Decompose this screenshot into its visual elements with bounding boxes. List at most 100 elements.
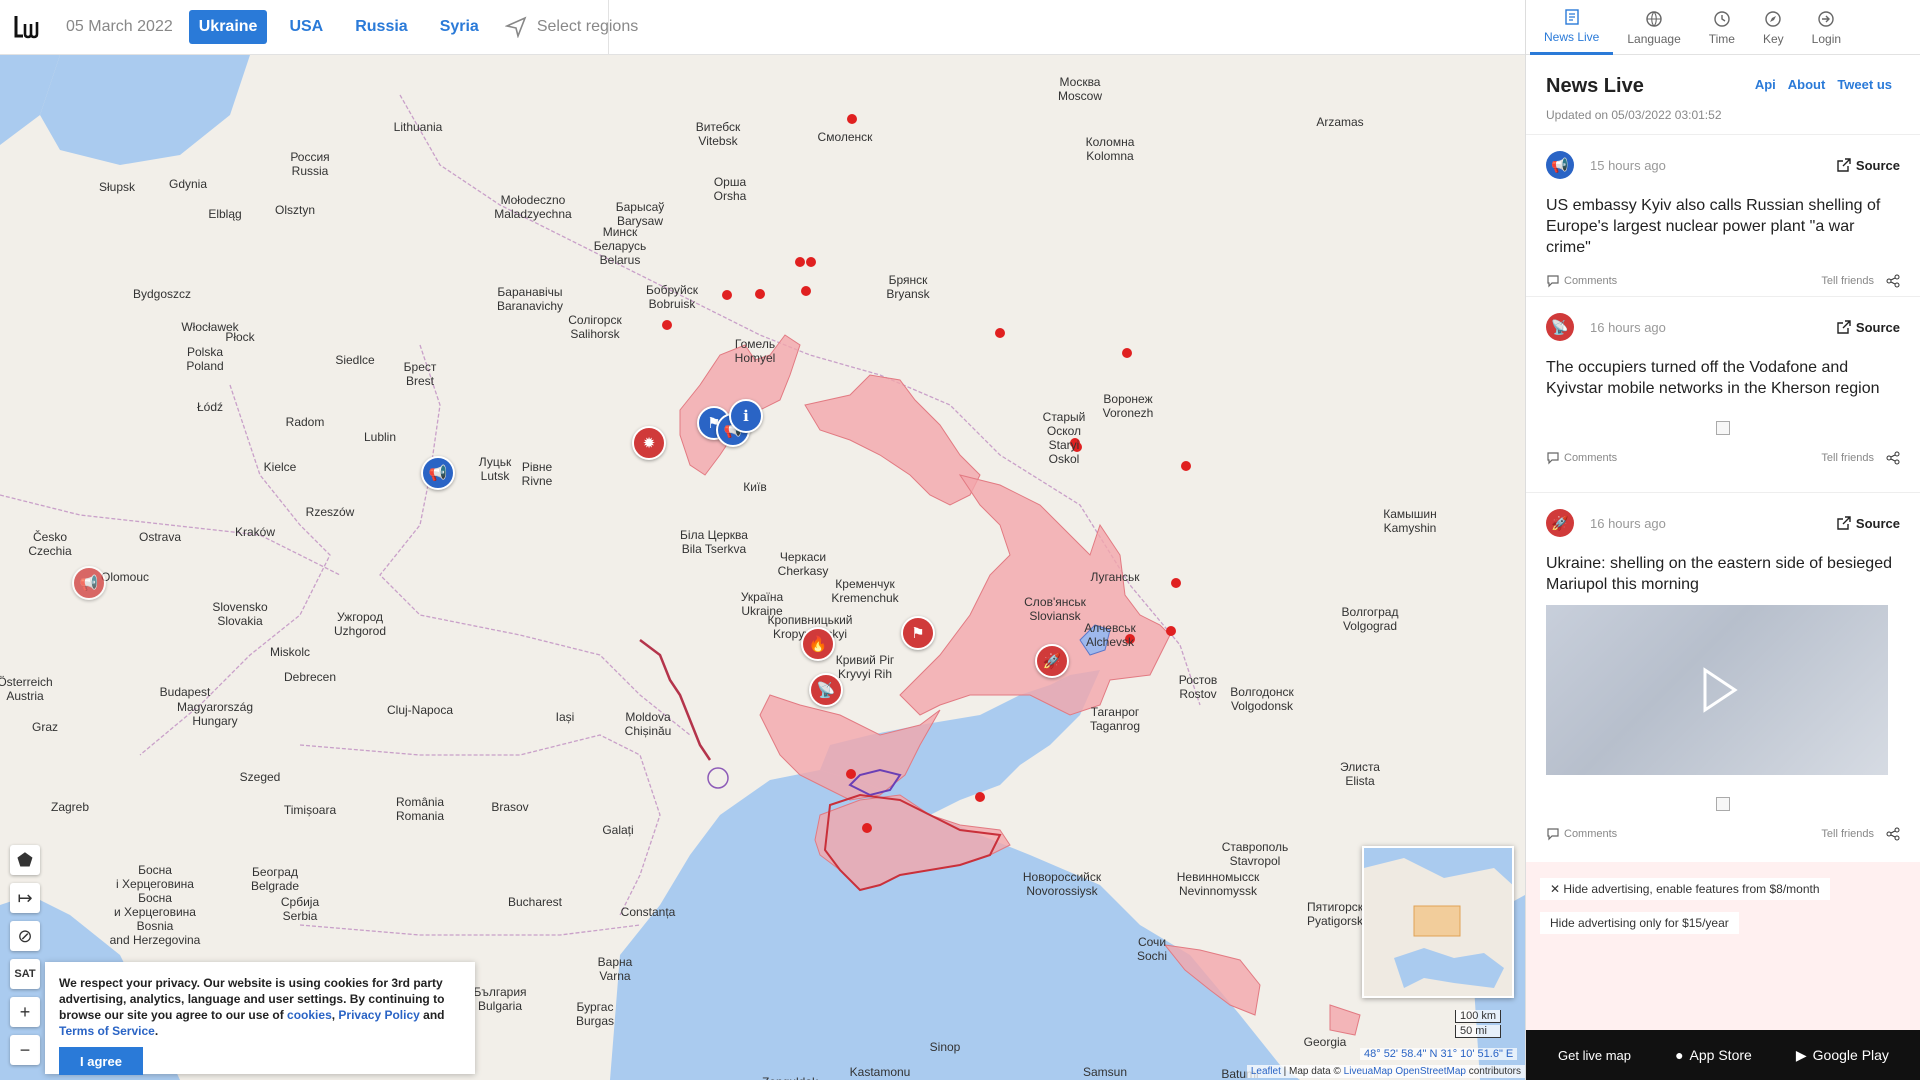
news-item-header: 📡 16 hours ago Source [1546, 313, 1900, 341]
news-footer: Comments Tell friends [1546, 451, 1900, 465]
news-text[interactable]: Ukraine: shelling on the eastern side of… [1546, 553, 1900, 595]
event-marker-nikopol-flag[interactable]: ⚑ [901, 616, 935, 650]
cookie-and: and [419, 1008, 445, 1022]
tell-friends-button[interactable]: Tell friends [1821, 451, 1900, 465]
nav-news-live[interactable]: News Live [1530, 0, 1614, 55]
source-link[interactable]: Source [1837, 320, 1900, 335]
hide-ads-subscription-label: Hide advertising, enable features from $… [1563, 882, 1820, 896]
liveuamap-logo[interactable] [0, 0, 52, 55]
region-tab-russia[interactable]: Russia [345, 10, 417, 44]
city-label: Ужгород Uzhgorod [333, 610, 387, 638]
app-store-button[interactable]: ● App Store [1675, 1047, 1752, 1063]
cookies-link[interactable]: cookies [287, 1008, 332, 1022]
news-item[interactable]: 📢 15 hours ago Source US embassy Kyiv al… [1526, 135, 1920, 297]
nav-time-label: Time [1708, 31, 1735, 46]
news-text[interactable]: US embassy Kyiv also calls Russian shell… [1546, 195, 1900, 258]
map-area[interactable]: Lithuania Россия Russia Витебск Vitebsk Смоле… [0, 55, 1525, 1080]
megaphone-icon: 📢 [1546, 151, 1574, 179]
get-live-map-button[interactable]: Get live map [1558, 1048, 1631, 1063]
liveuamap-link[interactable]: LiveuaMap [1344, 1066, 1393, 1077]
current-date[interactable]: 05 March 2022 [66, 18, 173, 36]
comments-label: Comments [1564, 275, 1618, 287]
polygon-icon: ⬟ [17, 849, 33, 870]
nav-key-label: Key [1762, 31, 1784, 46]
satellite-toggle[interactable]: SAT [10, 959, 40, 989]
city-label: Moldova Chișinău [624, 710, 672, 738]
hide-layer-button[interactable]: ⊘ [10, 921, 40, 951]
zoom-out-button[interactable]: − [10, 1035, 40, 1065]
event-marker-kyiv-info[interactable]: ℹ [729, 399, 763, 433]
source-label: Source [1855, 515, 1900, 531]
video-player[interactable] [1546, 605, 1888, 775]
event-marker-lviv[interactable]: 📢 [421, 456, 455, 490]
play-icon[interactable] [1687, 660, 1747, 720]
minimap[interactable] [1362, 846, 1514, 998]
city-label: Київ [743, 480, 767, 494]
map-scale: 100 km 50 mi [1455, 1010, 1502, 1040]
city-label: Rzeszów [305, 505, 355, 519]
external-link-icon [1837, 516, 1851, 530]
city-label: Zonguldak [762, 1075, 818, 1080]
hide-ads-subscription[interactable]: ✕ Hide advertising, enable features from… [1540, 878, 1830, 900]
tell-friends-label: Tell friends [1821, 452, 1874, 464]
region-tab-syria[interactable]: Syria [430, 10, 489, 44]
google-play-button[interactable]: ▶ Google Play [1796, 1047, 1889, 1064]
hide-icon: ⊘ [17, 925, 33, 946]
news-item[interactable]: 🚀 16 hours ago Source Ukraine: shelling … [1526, 493, 1920, 863]
news-text[interactable]: The occupiers turned off the Vodafone an… [1546, 357, 1900, 399]
event-marker-zhytomyr[interactable]: ✹ [632, 426, 666, 460]
about-link[interactable]: About [1788, 77, 1826, 92]
source-link[interactable]: Source [1837, 158, 1900, 173]
source-link[interactable]: Source [1837, 516, 1900, 531]
event-marker-mariupol-rocket[interactable]: 🚀 [1035, 644, 1069, 678]
select-regions-button[interactable]: Select regions [504, 16, 638, 38]
moldova-border [639, 639, 712, 761]
tell-friends-label: Tell friends [1821, 828, 1874, 840]
hide-ads-yearly[interactable]: Hide advertising only for $15/year [1540, 912, 1739, 934]
news-item[interactable]: 📡 16 hours ago Source The occupiers turn… [1526, 297, 1920, 493]
privacy-policy-link[interactable]: Privacy Policy [338, 1008, 419, 1022]
share-icon [1886, 274, 1900, 288]
event-marker-kherson-antenna[interactable]: 📡 [809, 673, 843, 707]
city-label: Georgia [1303, 1035, 1347, 1049]
comments-label: Comments [1564, 828, 1618, 840]
nav-language-label: Language [1627, 31, 1681, 46]
comments-button[interactable]: Comments [1546, 451, 1617, 465]
region-tab-ukraine[interactable]: Ukraine [188, 10, 268, 44]
city-label: Elbląg [208, 207, 242, 221]
city-label: Варна Varna [597, 955, 633, 983]
nav-language[interactable]: Language [1613, 0, 1694, 55]
share-icon [1886, 827, 1900, 841]
event-marker-mykolaiv-fire[interactable]: 🔥 [801, 627, 835, 661]
ruler-button[interactable]: ↦ [10, 883, 40, 913]
city-label: Magyarország Hungary [176, 700, 254, 728]
city-label: Кременчук Kremenchuk [831, 577, 899, 605]
tell-friends-button[interactable]: Tell friends [1821, 827, 1900, 841]
leaflet-link[interactable]: Leaflet [1251, 1066, 1281, 1077]
api-link[interactable]: Api [1755, 77, 1776, 92]
ruler-icon: ↦ [17, 887, 33, 908]
nav-time[interactable]: Time [1695, 0, 1749, 55]
nav-key[interactable]: Key [1749, 0, 1798, 55]
nav-login[interactable]: Login [1798, 0, 1855, 55]
comment-icon [1547, 275, 1559, 288]
city-label: Kraków [234, 525, 276, 539]
i-agree-button[interactable]: I agree [59, 1047, 143, 1075]
comments-button[interactable]: Comments [1546, 827, 1617, 841]
comments-button[interactable]: Comments [1546, 274, 1617, 288]
tell-friends-button[interactable]: Tell friends [1821, 274, 1900, 288]
zoom-in-button[interactable]: + [10, 997, 40, 1027]
terms-link[interactable]: Terms of Service [59, 1024, 155, 1038]
osm-link[interactable]: OpenStreetMap [1395, 1066, 1466, 1077]
city-label: Miskolc [269, 645, 311, 659]
polygon-draw-button[interactable]: ⬟ [10, 845, 40, 875]
city-label: Płock [225, 330, 255, 344]
tweet-us-link[interactable]: Tweet us [1837, 77, 1892, 92]
region-tab-usa[interactable]: USA [279, 10, 333, 44]
city-label: Olomouc [100, 570, 150, 584]
city-label: România Romania [395, 795, 445, 823]
city-label: Polska Poland [186, 345, 224, 373]
share-icon [1886, 451, 1900, 465]
city-label: Ростов Rostov [1178, 673, 1218, 701]
event-marker-austria[interactable]: 📢 [72, 566, 106, 600]
